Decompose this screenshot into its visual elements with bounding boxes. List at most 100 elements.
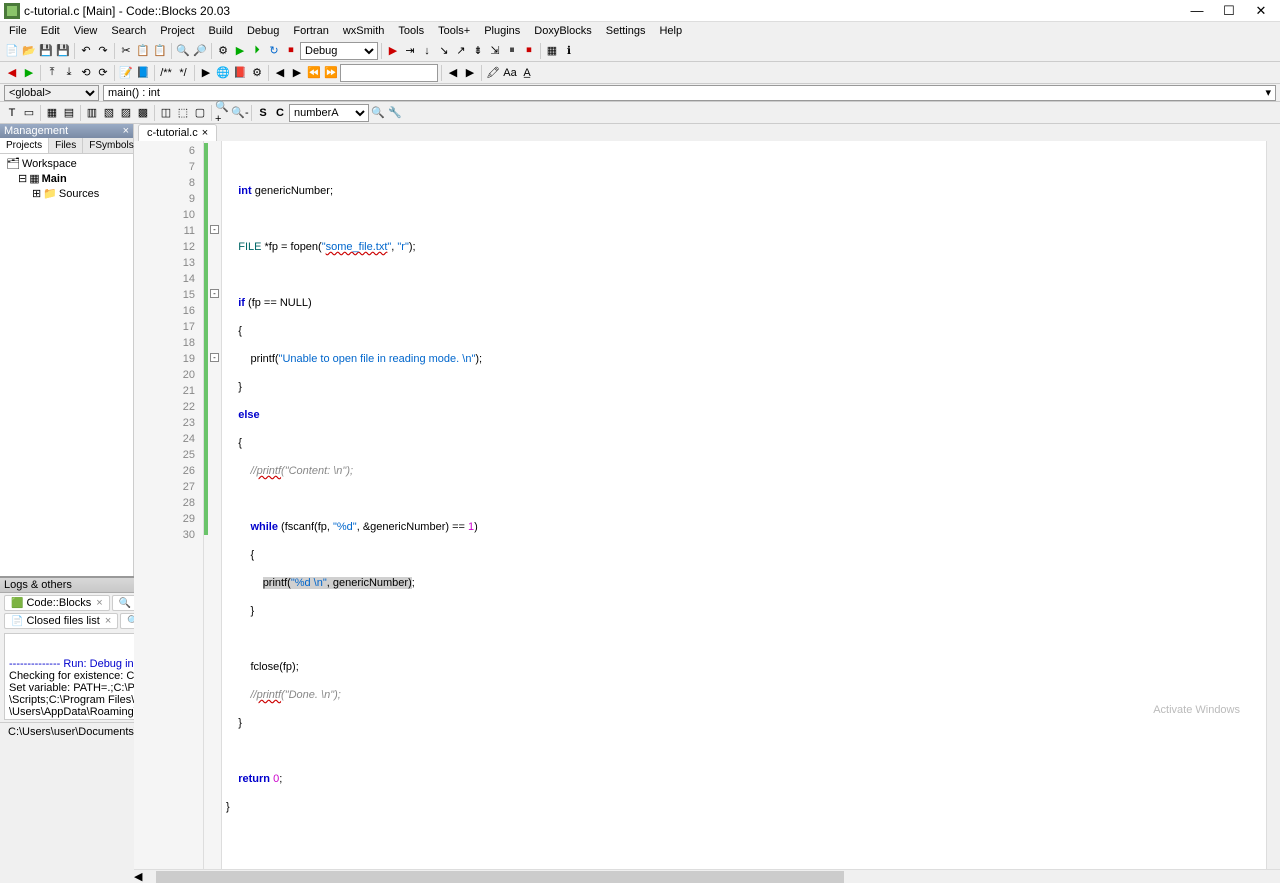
comment1-icon[interactable]: /** xyxy=(158,65,174,81)
tree-sources[interactable]: ⊞📁Sources xyxy=(2,186,131,201)
menu-doxyblocks[interactable]: DoxyBlocks xyxy=(527,23,598,39)
info-icon[interactable]: ℹ xyxy=(561,43,577,59)
sel4-icon[interactable]: ▧ xyxy=(101,105,117,121)
tab-files[interactable]: Files xyxy=(49,138,83,153)
tab-close-icon[interactable]: × xyxy=(202,127,208,139)
menu-file[interactable]: File xyxy=(2,23,34,39)
code-area[interactable]: int genericNumber; FILE *fp = fopen("som… xyxy=(222,141,1280,869)
hl3-icon[interactable]: A̲ xyxy=(519,65,535,81)
file-tab-active[interactable]: c-tutorial.c× xyxy=(138,124,217,141)
save-all-icon[interactable]: 💾 xyxy=(55,43,71,59)
next-line-icon[interactable]: ↓ xyxy=(419,43,435,59)
hl-fwd-icon[interactable]: ▶ xyxy=(462,65,478,81)
fold-icon[interactable]: - xyxy=(210,289,219,298)
hl2-icon[interactable]: Aa xyxy=(502,65,518,81)
run-icon[interactable]: ▶ xyxy=(232,43,248,59)
hl1-icon[interactable]: 🖍 xyxy=(485,65,501,81)
rebuild-icon[interactable]: ↻ xyxy=(266,43,282,59)
management-close-icon[interactable]: × xyxy=(123,125,129,137)
function-select[interactable]: main() : int▾ xyxy=(103,85,1276,101)
paste-icon[interactable]: 📋 xyxy=(152,43,168,59)
sel7-icon[interactable]: ◫ xyxy=(158,105,174,121)
tree-workspace[interactable]: 🗂Workspace xyxy=(2,156,131,171)
doxy2-icon[interactable]: 📘 xyxy=(135,65,151,81)
bookmark-back-icon[interactable]: ◀ xyxy=(4,65,20,81)
jump3-icon[interactable]: ⟲ xyxy=(78,65,94,81)
menu-fortran[interactable]: Fortran xyxy=(286,23,335,39)
minimize-button[interactable]: — xyxy=(1182,2,1212,20)
log-tab-codeblocks[interactable]: 🟩Code::Blocks× xyxy=(4,595,110,611)
menu-toolsplus[interactable]: Tools+ xyxy=(431,23,477,39)
sel3-icon[interactable]: ▥ xyxy=(84,105,100,121)
menu-search[interactable]: Search xyxy=(104,23,153,39)
close-button[interactable]: ✕ xyxy=(1246,2,1276,20)
undo-icon[interactable]: ↶ xyxy=(78,43,94,59)
sel8-icon[interactable]: ⬚ xyxy=(175,105,191,121)
menu-help[interactable]: Help xyxy=(652,23,689,39)
menu-debug[interactable]: Debug xyxy=(240,23,286,39)
regex-c-icon[interactable]: C xyxy=(272,105,288,121)
sel5-icon[interactable]: ▨ xyxy=(118,105,134,121)
doxy-html-icon[interactable]: 🌐 xyxy=(215,65,231,81)
symbol-opt-icon[interactable]: 🔧 xyxy=(387,105,403,121)
code-editor[interactable]: 6789101112131415161718192021222324252627… xyxy=(134,141,1280,869)
copy-icon[interactable]: 📋 xyxy=(135,43,151,59)
step-out-icon[interactable]: ↗ xyxy=(453,43,469,59)
toggle1-icon[interactable]: ▭ xyxy=(21,105,37,121)
doxy-chm-icon[interactable]: 📕 xyxy=(232,65,248,81)
redo-icon[interactable]: ↷ xyxy=(95,43,111,59)
build-icon[interactable]: ⚙ xyxy=(215,43,231,59)
run-doxy-icon[interactable]: ▶ xyxy=(198,65,214,81)
find-icon[interactable]: 🔍 xyxy=(175,43,191,59)
comment2-icon[interactable]: */ xyxy=(175,65,191,81)
debug-run-icon[interactable]: ▶ xyxy=(385,43,401,59)
open-file-icon[interactable]: 📂 xyxy=(21,43,37,59)
sel9-icon[interactable]: ▢ xyxy=(192,105,208,121)
nav-last-icon[interactable]: ⏪ xyxy=(306,65,322,81)
nav-fwd-icon[interactable]: ▶ xyxy=(289,65,305,81)
sel1-icon[interactable]: ▦ xyxy=(44,105,60,121)
log-tab-closed[interactable]: 📄Closed files list× xyxy=(4,613,118,629)
step-into-icon[interactable]: ↘ xyxy=(436,43,452,59)
sel6-icon[interactable]: ▩ xyxy=(135,105,151,121)
stop-debug-icon[interactable]: ⏹ xyxy=(521,43,537,59)
jump1-icon[interactable]: ⤒ xyxy=(44,65,60,81)
tab-projects[interactable]: Projects xyxy=(0,138,49,153)
debug-windows-icon[interactable]: ▦ xyxy=(544,43,560,59)
bookmark-fwd-icon[interactable]: ▶ xyxy=(21,65,37,81)
fold-icon[interactable]: - xyxy=(210,225,219,234)
abort-icon[interactable]: ⏹ xyxy=(283,43,299,59)
sel2-icon[interactable]: ▤ xyxy=(61,105,77,121)
nav-next-icon[interactable]: ⏩ xyxy=(323,65,339,81)
zoom-in-icon[interactable]: 🔍+ xyxy=(215,105,231,121)
menu-view[interactable]: View xyxy=(67,23,105,39)
next-instr-icon[interactable]: ⇟ xyxy=(470,43,486,59)
jump2-icon[interactable]: ⤓ xyxy=(61,65,77,81)
menu-project[interactable]: Project xyxy=(153,23,201,39)
save-icon[interactable]: 💾 xyxy=(38,43,54,59)
text-icon[interactable]: T xyxy=(4,105,20,121)
cut-icon[interactable]: ✂ xyxy=(118,43,134,59)
maximize-button[interactable]: ☐ xyxy=(1214,2,1244,20)
regex-s-icon[interactable]: S xyxy=(255,105,271,121)
symbol-go-icon[interactable]: 🔍 xyxy=(370,105,386,121)
replace-icon[interactable]: 🔎 xyxy=(192,43,208,59)
tab-fsymbols[interactable]: FSymbols xyxy=(83,138,140,153)
horizontal-scrollbar[interactable]: ◀ xyxy=(134,869,1280,883)
menu-plugins[interactable]: Plugins xyxy=(477,23,527,39)
doxy-settings-icon[interactable]: ⚙ xyxy=(249,65,265,81)
menu-wxsmith[interactable]: wxSmith xyxy=(336,23,392,39)
jump4-icon[interactable]: ⟳ xyxy=(95,65,111,81)
build-run-icon[interactable]: ⏵ xyxy=(249,43,265,59)
menu-settings[interactable]: Settings xyxy=(599,23,653,39)
break-icon[interactable]: ⏸ xyxy=(504,43,520,59)
vertical-scrollbar[interactable] xyxy=(1266,141,1280,869)
zoom-out-icon[interactable]: 🔍- xyxy=(232,105,248,121)
menu-build[interactable]: Build xyxy=(201,23,239,39)
menu-edit[interactable]: Edit xyxy=(34,23,67,39)
symbol-select[interactable]: numberA xyxy=(289,104,369,122)
hl-back-icon[interactable]: ◀ xyxy=(445,65,461,81)
new-file-icon[interactable]: 📄 xyxy=(4,43,20,59)
step-instr-icon[interactable]: ⇲ xyxy=(487,43,503,59)
menu-tools[interactable]: Tools xyxy=(391,23,431,39)
